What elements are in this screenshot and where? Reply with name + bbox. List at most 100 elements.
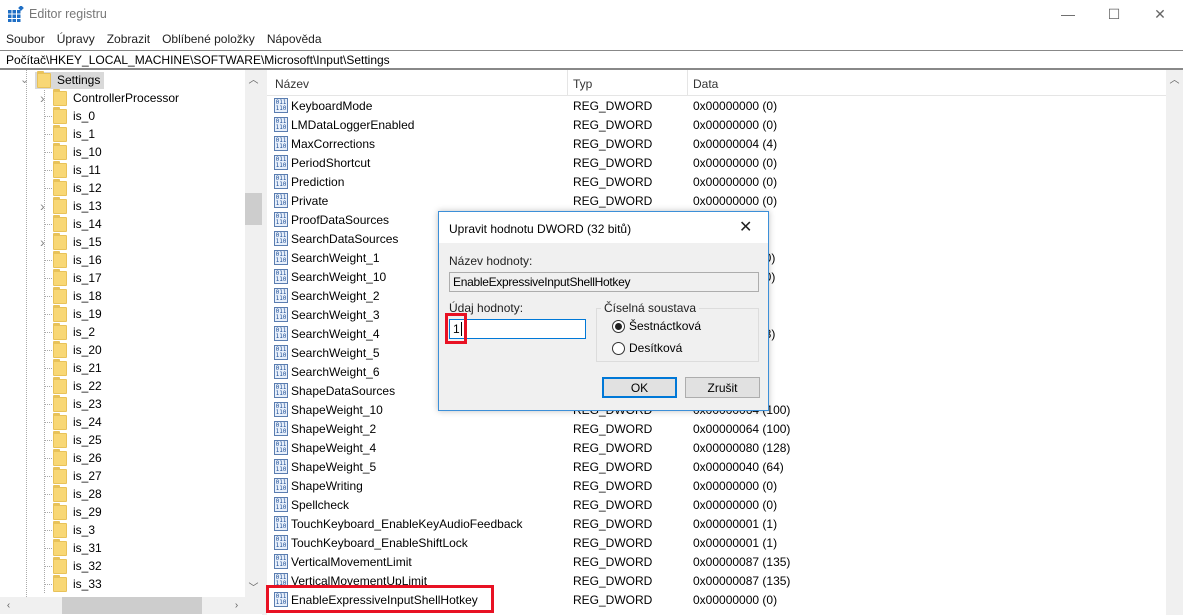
chevron-right-icon[interactable]: › [40,198,45,214]
tree-node[interactable]: is_10 [36,142,102,161]
table-row[interactable]: 011 110 LMDataLoggerEnabled REG_DWORD 0x0000… [267,115,1166,134]
tree-node[interactable]: is_0 [36,106,95,125]
tree-node[interactable]: is_16 [36,250,102,269]
table-row[interactable]: 011 110 TouchKeyboard_EnableKeyAudioFeedba… [267,514,1166,533]
table-row[interactable]: 011 110 KeyboardMode REG_DWORD 0x00000000 (0… [267,96,1166,115]
value-name: ShapeDataSources [291,384,396,398]
tree-node[interactable]: is_32 [36,556,102,575]
value-name-field: EnableExpressiveInputShellHotkey [449,272,759,292]
tree-scroll-thumb[interactable] [245,193,262,225]
tree-label: is_21 [73,361,102,375]
menu-napoveda[interactable]: Nápověda [261,28,328,50]
radio-hexadecimal[interactable]: Šestnáctková [612,319,701,333]
value-data-input[interactable]: 1 [449,319,586,339]
table-row[interactable]: 011 110 VerticalMovementLimit REG_DWORD 0x00… [267,552,1166,571]
radio-decimal[interactable]: Desítková [612,341,682,355]
chevron-right-icon[interactable]: › [40,90,45,106]
tree-node[interactable]: › is_13 [36,196,102,215]
tree-hscroll-thumb[interactable] [62,597,202,614]
menu-upravy[interactable]: Úpravy [51,28,101,50]
cancel-button[interactable]: Zrušit [685,377,760,398]
scroll-up-icon[interactable]: ︿ [245,70,262,87]
value-name: SearchWeight_6 [291,365,380,379]
table-row[interactable]: 011 110 Private REG_DWORD 0x00000000 (0) [267,191,1166,210]
table-row[interactable]: 011 110 ShapeWeight_5 REG_DWORD 0x00000040 (… [267,457,1166,476]
close-button[interactable]: ✕ [1137,0,1183,28]
column-divider[interactable] [567,70,568,96]
tree-connector [45,440,52,441]
folder-icon [53,322,67,340]
tree-node[interactable]: is_3 [36,520,95,539]
table-row[interactable]: 011 110 MaxCorrections REG_DWORD 0x00000004 … [267,134,1166,153]
value-type: REG_DWORD [573,536,653,550]
radio-unchecked-icon[interactable] [612,341,625,355]
column-data[interactable]: Data [693,77,718,91]
maximize-button[interactable]: ☐ [1091,0,1137,28]
chevron-right-icon[interactable]: › [40,234,45,250]
tree-node[interactable]: is_26 [36,448,102,467]
dword-value-icon: 011 110 [274,554,288,569]
column-divider[interactable] [687,70,688,96]
tree-label: Settings [57,73,101,87]
minimize-button[interactable]: — [1045,0,1091,28]
column-name[interactable]: Název [275,77,309,91]
value-data: 0x00000000 (0) [693,479,778,493]
value-name: KeyboardMode [291,99,373,113]
tree-node[interactable]: is_27 [36,466,102,485]
tree-label: is_15 [73,235,102,249]
list-vertical-scrollbar[interactable]: ︿ [1166,70,1183,615]
tree-node[interactable]: is_23 [36,394,102,413]
tree-node[interactable]: is_19 [36,304,102,323]
tree-vertical-scrollbar[interactable]: ︿ ﹀ [245,70,262,597]
scroll-left-icon[interactable]: ‹ [0,597,17,614]
value-type: REG_DWORD [573,555,653,569]
tree-node[interactable]: is_1 [36,124,95,143]
table-row[interactable]: 011 110 PeriodShortcut REG_DWORD 0x00000000 … [267,153,1166,172]
tree-node[interactable]: is_18 [36,286,102,305]
value-type: REG_DWORD [573,593,653,607]
tree-node[interactable]: is_20 [36,340,102,359]
tree-node-settings[interactable]: ⌄ Settings [20,70,105,89]
tree-node[interactable]: is_31 [36,538,102,557]
tree-node[interactable]: is_11 [36,160,101,179]
scroll-up-icon[interactable]: ︿ [1166,70,1183,87]
menu-soubor[interactable]: Soubor [0,28,51,50]
tree-node[interactable]: is_21 [36,358,102,377]
scroll-down-icon[interactable]: ﹀ [245,578,262,595]
table-row[interactable]: 011 110 Prediction REG_DWORD 0x00000000 (0) [267,172,1166,191]
value-data: 0x00000000 (0) [693,118,778,132]
tree-label: is_28 [73,487,102,501]
tree-connector [45,260,52,261]
highlight-box [266,585,494,613]
column-type[interactable]: Typ [573,77,592,91]
tree-node[interactable]: is_29 [36,502,102,521]
tree-node[interactable]: is_33 [36,574,102,593]
menu-oblibene[interactable]: Oblíbené položky [156,28,261,50]
table-row[interactable]: 011 110 Spellcheck REG_DWORD 0x00000000 (0) [267,495,1166,514]
value-name: LMDataLoggerEnabled [291,118,415,132]
table-row[interactable]: 011 110 TouchKeyboard_EnableShiftLock REG_D… [267,533,1166,552]
tree-connector [45,188,52,189]
dword-value-icon: 011 110 [274,440,288,455]
dialog-close-icon[interactable]: ✕ [739,217,752,237]
chevron-down-icon[interactable]: ⌄ [20,73,29,86]
tree-node[interactable]: is_28 [36,484,102,503]
table-row[interactable]: 011 110 ShapeWriting REG_DWORD 0x00000000 (0… [267,476,1166,495]
table-row[interactable]: 011 110 ShapeWeight_2 REG_DWORD 0x00000064 (… [267,419,1166,438]
tree-node[interactable]: is_24 [36,412,102,431]
menu-zobrazit[interactable]: Zobrazit [101,28,156,50]
table-row[interactable]: 011 110 ShapeWeight_4 REG_DWORD 0x00000080 (… [267,438,1166,457]
scroll-right-icon[interactable]: › [228,597,245,614]
tree-node[interactable]: is_14 [36,214,102,233]
tree-node[interactable]: is_17 [36,268,102,287]
tree-node[interactable]: › is_15 [36,232,102,251]
tree-node[interactable]: is_25 [36,430,102,449]
tree-node[interactable]: is_22 [36,376,102,395]
tree-connector [45,530,52,531]
address-bar[interactable]: Počítač\HKEY_LOCAL_MACHINE\SOFTWARE\Micr… [0,50,1183,70]
radio-checked-icon[interactable] [612,319,625,333]
tree-node[interactable]: › ControllerProcessor [36,88,179,107]
ok-button[interactable]: OK [602,377,677,398]
tree-node[interactable]: is_2 [36,322,95,341]
tree-node[interactable]: is_12 [36,178,102,197]
